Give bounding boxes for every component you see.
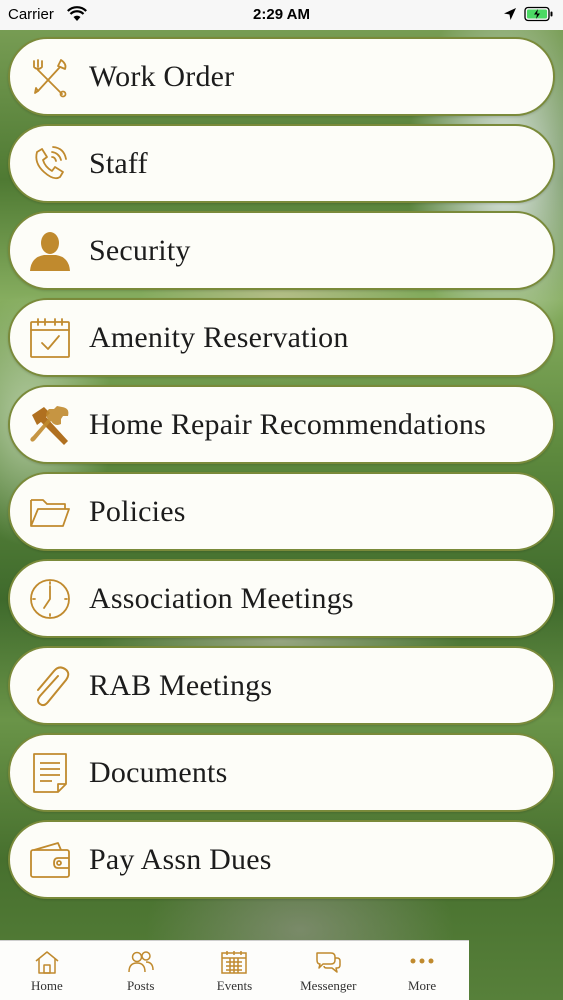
tab-label: More xyxy=(408,978,437,993)
menu-item-label: Staff xyxy=(89,146,148,180)
menu-item-label: Pay Assn Dues xyxy=(89,842,272,876)
menu-item-work-order[interactable]: Work Order xyxy=(8,37,555,116)
tab-more[interactable]: More xyxy=(375,941,469,1000)
people-icon xyxy=(127,951,154,973)
menu-item-label: Association Meetings xyxy=(89,581,354,615)
clock-time: 2:29 AM xyxy=(253,6,310,23)
menu-item-staff[interactable]: Staff xyxy=(8,124,555,203)
tab-label: Posts xyxy=(126,978,155,993)
tab-label: Events xyxy=(216,978,253,993)
menu-item-label: Documents xyxy=(89,755,228,789)
tab-posts[interactable]: Posts xyxy=(94,941,188,1000)
menu-item-label: Security xyxy=(89,233,191,267)
calendar-check-icon xyxy=(28,316,72,360)
clock-icon xyxy=(28,577,72,621)
document-icon xyxy=(28,751,72,795)
calendar-icon xyxy=(221,951,248,974)
chat-icon xyxy=(316,952,342,973)
hammer-wrench-icon xyxy=(28,403,72,447)
menu-item-rab-meetings[interactable]: RAB Meetings xyxy=(8,646,555,725)
tab-events[interactable]: Events xyxy=(188,941,282,1000)
phone-icon xyxy=(28,142,72,186)
menu-item-pay-dues[interactable]: Pay Assn Dues xyxy=(8,820,555,899)
tab-label: Messenger xyxy=(300,978,357,993)
tab-messenger[interactable]: Messenger xyxy=(281,941,375,1000)
menu-item-label: Amenity Reservation xyxy=(89,320,349,354)
menu-item-security[interactable]: Security xyxy=(8,211,555,290)
tab-home[interactable]: Home xyxy=(0,941,94,1000)
menu-item-label: RAB Meetings xyxy=(89,668,273,702)
home-icon xyxy=(35,951,59,974)
paperclip-icon xyxy=(28,664,72,708)
status-bar: Carrier 2:29 AM xyxy=(0,0,563,30)
menu-item-amenity-reservation[interactable]: Amenity Reservation xyxy=(8,298,555,377)
tools-crossed-icon xyxy=(28,55,72,99)
main-menu: Work Order Staff Security Amenity Reserv… xyxy=(8,37,555,907)
menu-item-home-repair[interactable]: Home Repair Recommendations xyxy=(8,385,555,464)
bottom-tab-bar: Home Posts Events Messenger More xyxy=(0,940,469,1000)
menu-item-policies[interactable]: Policies xyxy=(8,472,555,551)
wallet-icon xyxy=(28,838,72,882)
menu-item-label: Home Repair Recommendations xyxy=(89,407,486,441)
menu-item-documents[interactable]: Documents xyxy=(8,733,555,812)
menu-item-label: Work Order xyxy=(89,59,235,93)
person-icon xyxy=(28,229,72,273)
location-arrow-icon xyxy=(504,8,516,20)
menu-item-label: Policies xyxy=(89,494,186,528)
folder-icon xyxy=(28,490,72,534)
tab-label: Home xyxy=(31,978,63,993)
battery-charging-icon xyxy=(524,6,553,22)
menu-item-association-meetings[interactable]: Association Meetings xyxy=(8,559,555,638)
more-dots-icon xyxy=(410,958,434,964)
